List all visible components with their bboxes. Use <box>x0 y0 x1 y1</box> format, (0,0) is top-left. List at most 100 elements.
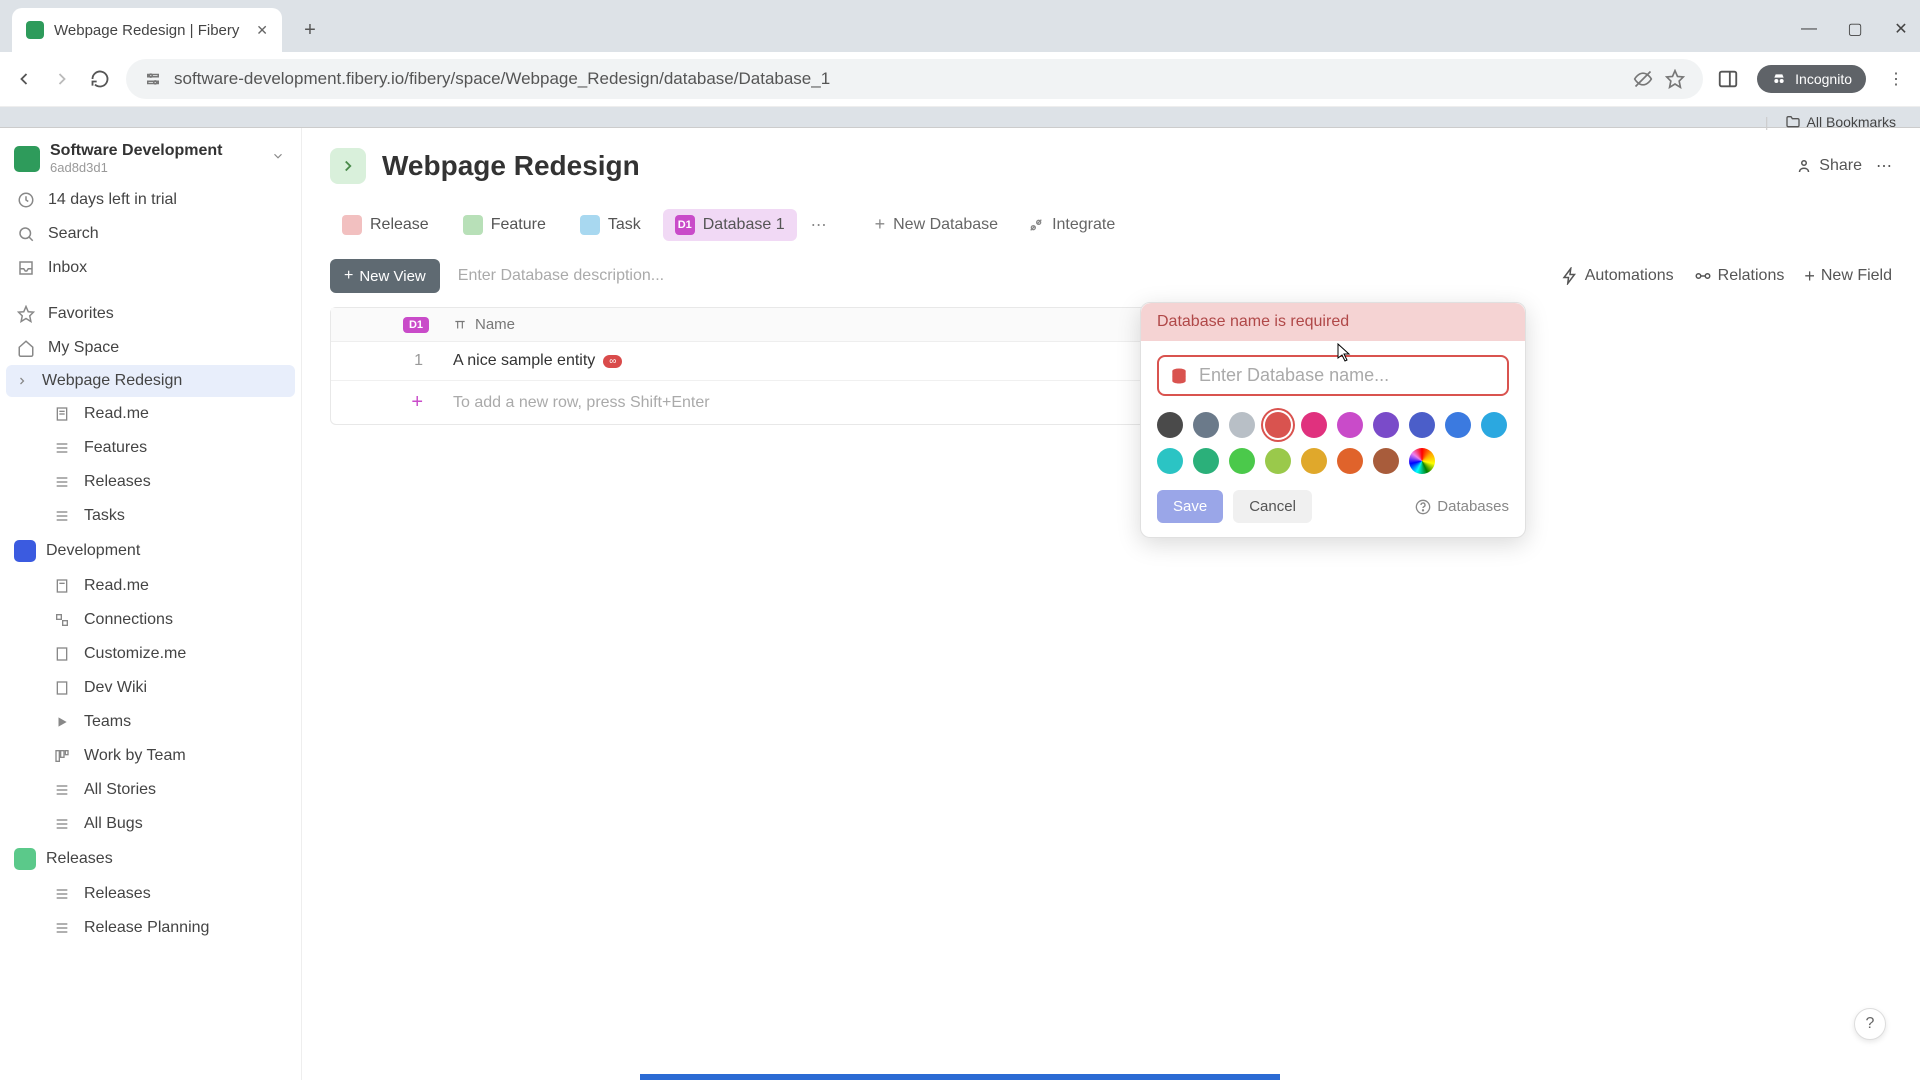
sidebar-item-releases[interactable]: Releases <box>0 465 301 499</box>
sidebar-item-allbugs[interactable]: All Bugs <box>0 807 301 841</box>
save-button[interactable]: Save <box>1157 490 1223 523</box>
table-row[interactable]: 1 A nice sample entity∞ <box>331 342 1269 381</box>
back-icon[interactable] <box>12 67 36 91</box>
sidebar-item-readme-dev[interactable]: Read.me <box>0 569 301 603</box>
color-swatch[interactable] <box>1157 412 1183 438</box>
more-icon[interactable]: ⋯ <box>1876 156 1892 176</box>
clock-icon <box>16 190 36 210</box>
tab-feature[interactable]: Feature <box>451 209 558 241</box>
tab-release[interactable]: Release <box>330 209 441 241</box>
eye-off-icon[interactable] <box>1633 69 1653 89</box>
new-tab-button[interactable]: + <box>294 14 326 46</box>
site-settings-icon[interactable] <box>144 70 162 88</box>
workspace-switcher[interactable]: Software Development 6ad8d3d1 <box>0 138 301 183</box>
inbox-button[interactable]: Inbox <box>0 251 301 285</box>
sidebar: Software Development 6ad8d3d1 14 days le… <box>0 128 302 1080</box>
database-description-input[interactable]: Enter Database description... <box>458 267 1543 285</box>
sidebar-item-tasks[interactable]: Tasks <box>0 499 301 533</box>
color-swatch[interactable] <box>1373 448 1399 474</box>
sidebar-item-features[interactable]: Features <box>0 431 301 465</box>
color-swatch[interactable] <box>1301 412 1327 438</box>
workspace-icon <box>14 146 40 172</box>
reload-icon[interactable] <box>88 67 112 91</box>
color-swatch[interactable] <box>1229 448 1255 474</box>
database-name-input[interactable] <box>1199 365 1497 386</box>
browser-tab[interactable]: Webpage Redesign | Fibery ✕ <box>12 8 282 52</box>
database-name-field[interactable] <box>1157 355 1509 396</box>
workspace-id: 6ad8d3d1 <box>50 160 222 175</box>
sidebar-item-customize[interactable]: Customize.me <box>0 637 301 671</box>
sidebar-item-allstories[interactable]: All Stories <box>0 773 301 807</box>
new-view-button[interactable]: +New View <box>330 259 440 293</box>
color-swatch[interactable] <box>1265 412 1291 438</box>
color-swatch-custom[interactable] <box>1409 448 1435 474</box>
sidebar-item-releaseplanning[interactable]: Release Planning <box>0 911 301 945</box>
integrate-button[interactable]: Integrate <box>1018 210 1125 240</box>
sidebar-item-readme[interactable]: Read.me <box>0 397 301 431</box>
color-swatch[interactable] <box>1157 448 1183 474</box>
list-icon <box>52 814 72 834</box>
bolt-icon <box>1561 267 1579 285</box>
integrate-icon <box>1028 217 1044 233</box>
text-icon <box>453 318 467 332</box>
sidebar-item-connections[interactable]: Connections <box>0 603 301 637</box>
data-table: D1 Name 1 A nice sample entity∞ + To add… <box>330 307 1270 425</box>
window-maximize-icon[interactable]: ▢ <box>1846 20 1864 38</box>
cell-text[interactable]: A nice sample entity <box>453 352 595 370</box>
plus-icon[interactable]: + <box>411 391 423 413</box>
color-swatch[interactable] <box>1409 412 1435 438</box>
myspace-section[interactable]: My Space <box>0 331 301 365</box>
sidebar-item-workbyteam[interactable]: Work by Team <box>0 739 301 773</box>
database-name-popup: Database name is required Save Cancel Da… <box>1140 302 1526 538</box>
color-swatch[interactable] <box>1445 412 1471 438</box>
window-close-icon[interactable]: ✕ <box>1892 20 1910 38</box>
sidebar-item-releases2[interactable]: Releases <box>0 877 301 911</box>
sidebar-item-devwiki[interactable]: Dev Wiki <box>0 671 301 705</box>
play-icon <box>52 712 72 732</box>
databases-help-link[interactable]: Databases <box>1415 498 1509 515</box>
sidebar-item-releases-space[interactable]: Releases <box>0 841 301 877</box>
color-swatch[interactable] <box>1481 412 1507 438</box>
color-swatch[interactable] <box>1373 412 1399 438</box>
help-fab[interactable]: ? <box>1854 1008 1886 1040</box>
main-content: Webpage Redesign Share ⋯ Release Feature… <box>302 128 1920 1080</box>
color-swatch[interactable] <box>1301 448 1327 474</box>
tab-favicon <box>26 21 44 39</box>
search-button[interactable]: Search <box>0 217 301 251</box>
color-swatch[interactable] <box>1265 448 1291 474</box>
tab-database1[interactable]: D1Database 1 <box>663 209 797 241</box>
new-field-button[interactable]: +New Field <box>1804 266 1892 287</box>
expand-icon[interactable] <box>330 148 366 184</box>
tab-task[interactable]: Task <box>568 209 653 241</box>
cancel-button[interactable]: Cancel <box>1233 490 1312 523</box>
sidepanel-icon[interactable] <box>1717 68 1739 90</box>
window-minimize-icon[interactable]: — <box>1800 20 1818 38</box>
inbox-icon <box>16 258 36 278</box>
menu-icon[interactable]: ⋮ <box>1884 67 1908 91</box>
tab-title: Webpage Redesign | Fibery <box>54 22 246 39</box>
color-swatch[interactable] <box>1337 412 1363 438</box>
help-icon <box>1415 499 1431 515</box>
tab-more-icon[interactable]: ⋯ <box>807 215 831 235</box>
color-swatch[interactable] <box>1229 412 1255 438</box>
address-bar[interactable]: software-development.fibery.io/fibery/sp… <box>126 59 1703 99</box>
relations-button[interactable]: Relations <box>1694 266 1785 287</box>
new-database-button[interactable]: +New Database <box>865 208 1008 241</box>
color-swatch[interactable] <box>1193 412 1219 438</box>
list-icon <box>52 780 72 800</box>
add-row[interactable]: + To add a new row, press Shift+Enter <box>331 381 1269 424</box>
sidebar-item-webpage-redesign[interactable]: Webpage Redesign <box>6 365 295 397</box>
incognito-badge[interactable]: Incognito <box>1757 65 1866 93</box>
close-icon[interactable]: ✕ <box>256 22 268 39</box>
color-swatch[interactable] <box>1193 448 1219 474</box>
star-icon[interactable] <box>1665 69 1685 89</box>
favorites-section[interactable]: Favorites <box>0 297 301 331</box>
automations-button[interactable]: Automations <box>1561 266 1674 287</box>
sidebar-item-development[interactable]: Development <box>0 533 301 569</box>
share-button[interactable]: Share <box>1795 157 1862 175</box>
chevron-right-icon[interactable] <box>16 374 30 388</box>
sidebar-item-teams[interactable]: Teams <box>0 705 301 739</box>
color-swatch[interactable] <box>1337 448 1363 474</box>
forward-icon[interactable] <box>50 67 74 91</box>
trial-banner[interactable]: 14 days left in trial <box>0 183 301 217</box>
